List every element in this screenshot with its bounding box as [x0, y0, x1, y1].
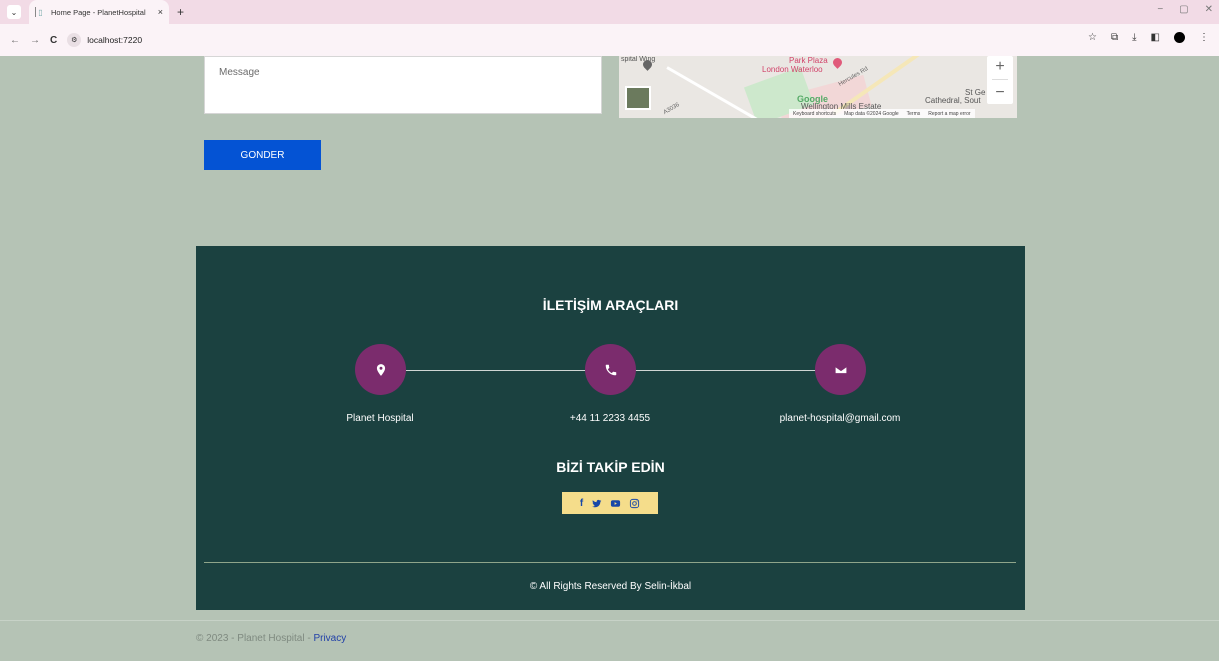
tab-title: Home Page - PlanetHospital — [51, 7, 146, 17]
google-map[interactable]: spital Wing Park Plaza London Waterloo H… — [619, 56, 1017, 118]
map-pin-icon — [831, 56, 844, 69]
message-placeholder: Message — [219, 67, 260, 78]
tab-favicon-icon: ▯ — [35, 7, 45, 17]
follow-us-title: BİZİ TAKİP EDİN — [556, 459, 665, 475]
new-tab-icon[interactable]: + — [177, 5, 184, 19]
map-report-link[interactable]: Report a map error — [928, 111, 970, 117]
envelope-icon — [834, 365, 847, 374]
map-label-london-waterloo: London Waterloo — [762, 65, 823, 74]
map-label-a3036: A3036 — [662, 102, 681, 116]
menu-kebab-icon[interactable]: ⋮ — [1199, 32, 1209, 43]
footer-divider — [204, 562, 1016, 563]
zoom-in-icon[interactable]: + — [995, 58, 1004, 76]
phone-icon — [605, 364, 616, 375]
privacy-link[interactable]: Privacy — [313, 633, 346, 644]
toolbar-actions: ☆ ⧉ ⤓ ◧ ⋮ — [1088, 32, 1209, 43]
window-controls: − ▢ ✕ — [1157, 4, 1213, 15]
phone-label: +44 11 2233 4455 — [569, 413, 651, 424]
download-icon[interactable]: ⤓ — [1132, 32, 1136, 43]
reload-icon[interactable]: C — [50, 35, 57, 46]
map-label-park-plaza: Park Plaza — [789, 56, 828, 65]
address-bar[interactable]: ⚙ localhost:7220 — [67, 33, 142, 47]
map-terms-link[interactable]: Terms — [907, 111, 921, 117]
close-window-icon[interactable]: ✕ — [1205, 4, 1213, 15]
minimize-icon[interactable]: − — [1157, 4, 1163, 15]
url-text[interactable]: localhost:7220 — [87, 35, 142, 45]
instagram-icon[interactable] — [629, 498, 640, 509]
location-circle[interactable] — [355, 344, 406, 395]
map-keyboard-shortcuts-link[interactable]: Keyboard shortcuts — [793, 111, 836, 117]
location-pin-icon — [376, 363, 385, 376]
email-circle[interactable] — [815, 344, 866, 395]
site-info-icon[interactable]: ⚙ — [67, 33, 82, 47]
twitter-icon[interactable] — [591, 498, 602, 509]
message-textarea[interactable]: Message — [204, 56, 602, 114]
side-panel-icon[interactable]: ◧ — [1151, 32, 1160, 43]
social-links: f — [562, 492, 658, 514]
restore-icon[interactable]: ▢ — [1179, 4, 1188, 15]
tab-search-menu-icon[interactable]: ⌄ — [7, 5, 21, 19]
contact-tools-title: İLETİŞİM ARAÇLARI — [542, 297, 679, 313]
map-label-cathedral: Cathedral, Sout — [925, 96, 981, 105]
youtube-icon[interactable] — [610, 498, 621, 509]
email-label: planet-hospital@gmail.com — [779, 413, 901, 424]
tab-close-icon[interactable]: × — [158, 7, 163, 17]
phone-circle[interactable] — [585, 344, 636, 395]
map-data-text: Map data ©2024 Google — [844, 110, 899, 117]
page-footer: © 2023 - Planet Hospital - Privacy — [196, 633, 346, 644]
page-footer-text: © 2023 - Planet Hospital - — [196, 633, 314, 644]
bookmark-star-icon[interactable]: ☆ — [1088, 32, 1097, 43]
address-label: Planet Hospital — [346, 413, 414, 424]
copyright-text: © All Rights Reserved By Selin-İkbal — [529, 581, 692, 592]
browser-tab[interactable]: ▯ Home Page - PlanetHospital × — [29, 0, 169, 24]
submit-button[interactable]: GONDER — [204, 140, 321, 170]
page-footer-divider — [0, 620, 1219, 621]
site-footer: İLETİŞİM ARAÇLARI Planet Hospital +44 11… — [196, 246, 1025, 610]
map-zoom-controls: + − — [987, 56, 1013, 104]
map-attribution: Keyboard shortcuts Map data ©2024 Google… — [789, 109, 975, 118]
back-icon[interactable]: ← — [10, 35, 20, 46]
facebook-icon[interactable]: f — [580, 498, 583, 509]
profile-avatar[interactable] — [1174, 32, 1185, 43]
map-satellite-thumbnail[interactable] — [625, 86, 651, 110]
forward-icon[interactable]: → — [30, 35, 40, 46]
zoom-out-icon[interactable]: − — [995, 84, 1004, 102]
browser-tab-bar: ⌄ ▯ Home Page - PlanetHospital × + − ▢ ✕ — [0, 0, 1219, 24]
extensions-icon[interactable]: ⧉ — [1111, 32, 1118, 43]
browser-toolbar: ← → C ⚙ localhost:7220 ☆ ⧉ ⤓ ◧ ⋮ — [0, 24, 1219, 56]
zoom-divider — [992, 79, 1008, 81]
google-logo: Google — [797, 94, 828, 104]
